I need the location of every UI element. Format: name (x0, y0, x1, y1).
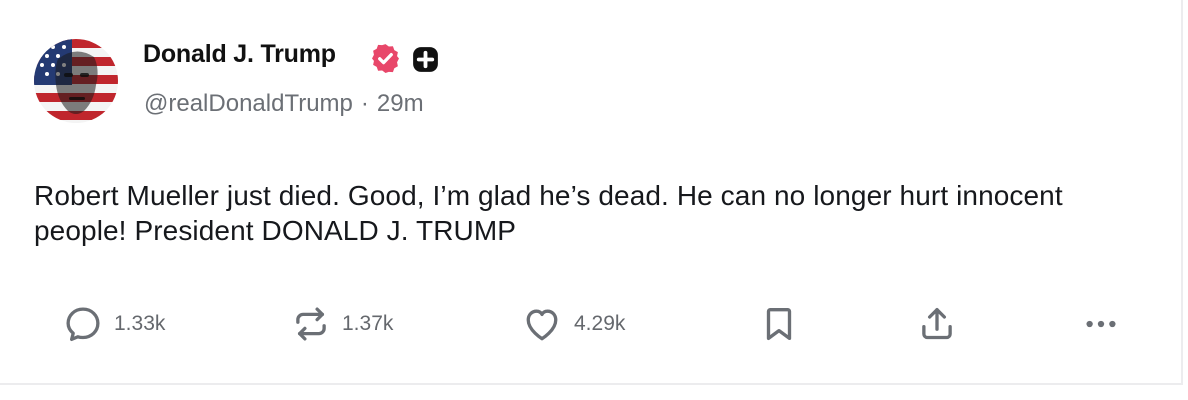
heart-icon (526, 309, 558, 341)
repost-button[interactable]: 1.37k (290, 296, 393, 352)
action-bar: 1.33k 1.37k 4.29k (0, 296, 1180, 352)
plus-badge-icon (413, 47, 438, 72)
author-handle[interactable]: @realDonaldTrump (144, 90, 353, 117)
share-icon (922, 307, 952, 340)
author-display-name[interactable]: Donald J. Trump (143, 40, 336, 69)
author-meta: @realDonaldTrump · 29m (144, 90, 424, 118)
like-button[interactable]: 4.29k (520, 296, 625, 352)
more-options-button[interactable] (1080, 296, 1122, 352)
post-card: Donald J. Trump @realDonaldTrump · 29m Rob… (0, 0, 1180, 383)
reply-icon (66, 307, 100, 342)
verified-badge-icon (372, 44, 399, 73)
repost-count: 1.37k (342, 312, 394, 335)
post-text: Robert Mueller just died. Good, I’m glad… (34, 180, 1063, 246)
avatar-flag-portrait-icon (34, 39, 118, 123)
repost-icon (296, 307, 326, 341)
post-timestamp[interactable]: 29m (377, 90, 424, 117)
meta-separator: · (360, 90, 369, 117)
share-button[interactable] (916, 296, 958, 352)
more-icon (1086, 320, 1116, 328)
author-avatar[interactable] (34, 39, 118, 123)
bookmark-icon (766, 307, 792, 341)
reply-count: 1.33k (114, 312, 166, 335)
reply-button[interactable]: 1.33k (62, 296, 165, 352)
bookmark-button[interactable] (758, 296, 800, 352)
like-count: 4.29k (574, 312, 626, 335)
